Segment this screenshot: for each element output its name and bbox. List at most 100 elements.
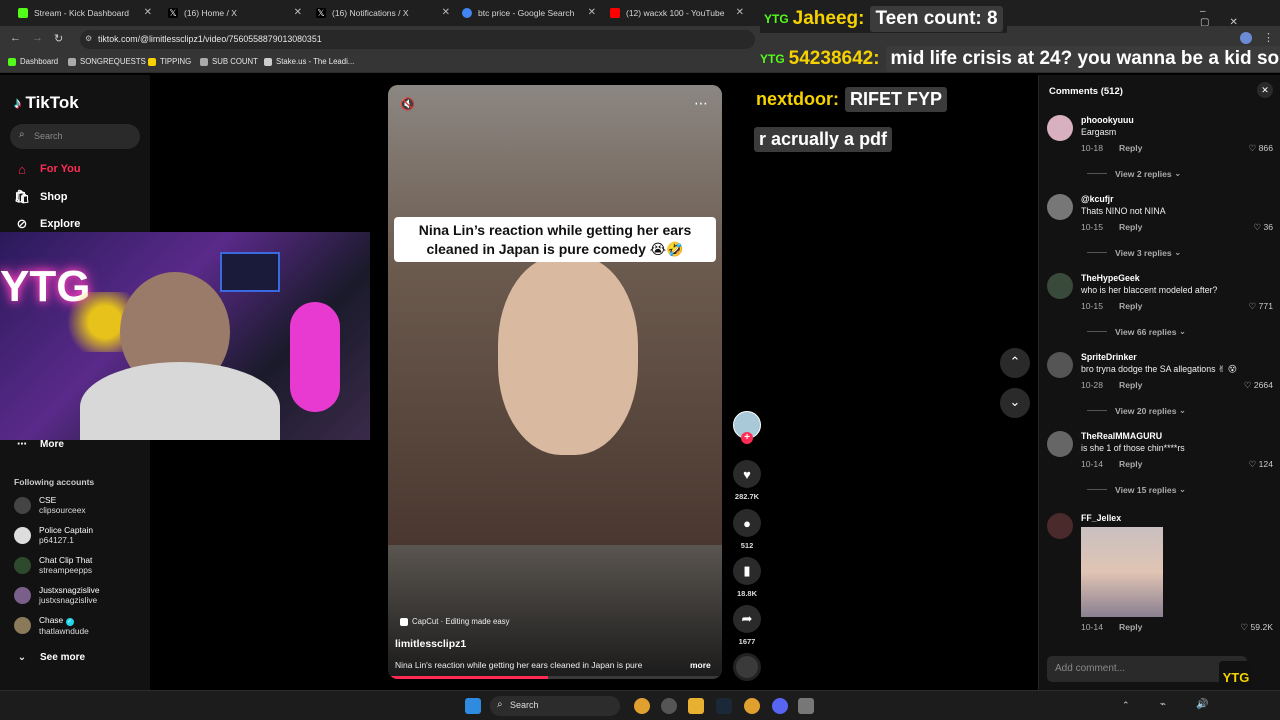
- network-icon[interactable]: ⌁: [1160, 699, 1166, 710]
- browser-tab[interactable]: 𝕏 (16) Home / X ✕: [158, 2, 308, 24]
- view-replies[interactable]: View 20 replies ⌄: [1087, 405, 1186, 416]
- search-input[interactable]: ⌕ Search: [10, 124, 140, 149]
- taskbar-search[interactable]: ⌕ Search: [490, 696, 620, 716]
- comment-like[interactable]: ♡ 59.2K: [1240, 622, 1273, 633]
- bookmark-item[interactable]: TIPPING: [148, 57, 191, 66]
- comment-user[interactable]: SpriteDrinker: [1081, 352, 1137, 362]
- avatar[interactable]: [1047, 513, 1073, 539]
- follow-plus-icon[interactable]: +: [741, 432, 753, 444]
- forward-icon[interactable]: →: [32, 32, 43, 44]
- reply-button[interactable]: Reply: [1119, 301, 1142, 311]
- comment-like[interactable]: ♡ 771: [1249, 301, 1273, 312]
- view-replies[interactable]: View 3 replies ⌄: [1087, 247, 1181, 258]
- comment-like[interactable]: ♡ 36: [1253, 222, 1273, 233]
- browser-tab[interactable]: btc price - Google Search ✕: [452, 2, 602, 24]
- add-comment-input[interactable]: Add comment...: [1047, 656, 1247, 682]
- windows-start-icon[interactable]: [465, 698, 481, 714]
- following-account[interactable]: Chase ✓ thatlawndude: [14, 615, 89, 637]
- app-icon[interactable]: [661, 698, 677, 714]
- view-replies[interactable]: View 2 replies ⌄: [1087, 168, 1181, 179]
- comment-like[interactable]: ♡ 2664: [1244, 380, 1273, 391]
- reply-button[interactable]: Reply: [1119, 380, 1142, 390]
- previous-video-button[interactable]: ⌃: [1000, 348, 1030, 378]
- url-input[interactable]: ⚙ tiktok.com/@limitlessclipz1/video/7560…: [80, 30, 755, 49]
- comment-image[interactable]: [1081, 527, 1163, 617]
- bookmark-item[interactable]: Dashboard: [8, 57, 58, 66]
- following-account[interactable]: Justxsnagzislive justxsnagzislive: [14, 585, 100, 606]
- home-icon: ⌂: [18, 161, 26, 177]
- avatar[interactable]: [1047, 115, 1073, 141]
- next-video-button[interactable]: ⌄: [1000, 388, 1030, 418]
- avatar[interactable]: [1047, 273, 1073, 299]
- back-icon[interactable]: ←: [10, 32, 21, 44]
- comment-like[interactable]: ♡ 866: [1249, 143, 1273, 154]
- file-explorer-icon[interactable]: [688, 698, 704, 714]
- reply-button[interactable]: Reply: [1119, 143, 1142, 153]
- following-account[interactable]: Chat Clip That streampeepps: [14, 555, 92, 576]
- following-account[interactable]: Police Captain p64127.1: [14, 525, 93, 546]
- comment-button[interactable]: ● 512: [730, 509, 764, 550]
- view-replies[interactable]: View 66 replies ⌄: [1087, 326, 1186, 337]
- logo-text: TikTok: [25, 93, 79, 112]
- discord-icon[interactable]: [772, 698, 788, 714]
- comment-user[interactable]: TheHypeGeek: [1081, 273, 1140, 283]
- see-more-button[interactable]: ⌄ See more: [14, 649, 85, 665]
- close-icon[interactable]: ✕: [736, 7, 744, 18]
- browser-tab[interactable]: (12) wacxk 100 - YouTube ✕: [600, 2, 750, 24]
- bookmark-item[interactable]: SUB COUNT: [200, 57, 258, 66]
- video-author[interactable]: limitlessclipz1: [395, 638, 466, 650]
- comment-user[interactable]: @kcufjr: [1081, 194, 1114, 204]
- browser-tab[interactable]: Stream - Kick Dashboard ✕: [8, 2, 158, 24]
- reply-button[interactable]: Reply: [1119, 222, 1142, 232]
- profile-avatar-icon[interactable]: [1240, 32, 1252, 44]
- site-info-icon[interactable]: ⚙: [85, 34, 92, 43]
- more-options-icon[interactable]: ⋯: [694, 95, 708, 112]
- chrome-icon[interactable]: [634, 698, 650, 714]
- chrome-icon[interactable]: [744, 698, 760, 714]
- close-comments-button[interactable]: ✕: [1257, 82, 1273, 98]
- capcut-badge[interactable]: CapCut · Editing made easy: [400, 617, 510, 626]
- following-account[interactable]: CSE clipsourceex: [14, 495, 86, 516]
- webcam-overlay: YTG: [0, 232, 370, 440]
- volume-icon[interactable]: 🔊: [1196, 699, 1208, 710]
- save-button[interactable]: ▮ 18.8K: [730, 557, 764, 598]
- chevron-up-icon[interactable]: ⌃: [1122, 700, 1130, 711]
- comment-user[interactable]: phoookyuuu: [1081, 115, 1134, 125]
- browser-tab[interactable]: 𝕏 (16) Notifications / X ✕: [306, 2, 456, 24]
- reply-button[interactable]: Reply: [1119, 459, 1142, 469]
- like-button[interactable]: ♥ 282.7K: [730, 460, 764, 501]
- menu-icon[interactable]: ⋮: [1263, 31, 1274, 44]
- bookmark-item[interactable]: Stake.us - The Leadi...: [264, 57, 354, 66]
- window-controls[interactable]: –▢✕: [1200, 6, 1280, 28]
- close-icon[interactable]: ✕: [294, 7, 302, 18]
- settings-icon[interactable]: [798, 698, 814, 714]
- comment-user[interactable]: FF_Jellex: [1081, 513, 1121, 523]
- bookmark-item[interactable]: SONGREQUESTS: [68, 57, 146, 66]
- progress-track[interactable]: [388, 676, 722, 679]
- nav-shop[interactable]: 🛍 Shop: [14, 189, 68, 205]
- reply-button[interactable]: Reply: [1119, 622, 1142, 632]
- google-icon: [462, 8, 472, 18]
- comment-like[interactable]: ♡ 124: [1249, 459, 1273, 470]
- x-logo-icon: 𝕏: [168, 8, 178, 18]
- avatar[interactable]: [1047, 194, 1073, 220]
- close-icon[interactable]: ✕: [588, 7, 596, 18]
- share-button[interactable]: ➦ 1677: [730, 605, 764, 646]
- chat-user: Jaheeg:: [792, 8, 865, 29]
- more-link[interactable]: more: [690, 660, 711, 670]
- steam-icon[interactable]: [716, 698, 732, 714]
- author-avatar[interactable]: +: [730, 411, 764, 444]
- comment-user[interactable]: TheRealMMAGURU: [1081, 431, 1162, 441]
- view-replies[interactable]: View 15 replies ⌄: [1087, 484, 1186, 495]
- nav-for-you[interactable]: ⌂ For You: [14, 161, 80, 177]
- tiktok-logo[interactable]: ♪ TikTok: [14, 93, 79, 113]
- mute-icon[interactable]: 🔇: [400, 97, 415, 111]
- close-icon[interactable]: ✕: [144, 7, 152, 18]
- music-disc[interactable]: [730, 653, 764, 685]
- avatar[interactable]: [1047, 431, 1073, 457]
- nav-explore[interactable]: ⊘ Explore: [14, 216, 81, 232]
- reload-icon[interactable]: ↻: [54, 32, 63, 45]
- video-player[interactable]: 🔇 ⋯ Nina Lin’s reaction while getting he…: [388, 85, 722, 679]
- avatar[interactable]: [1047, 352, 1073, 378]
- close-icon[interactable]: ✕: [442, 7, 450, 18]
